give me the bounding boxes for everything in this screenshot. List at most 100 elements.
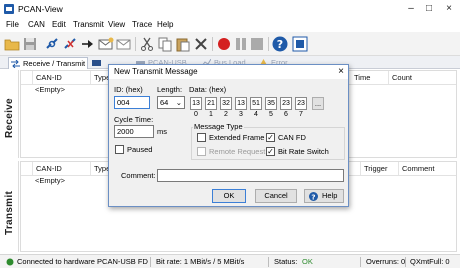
message-type-label: Message Type [193,122,244,131]
record-icon[interactable] [216,36,232,52]
cut-icon[interactable] [139,36,155,52]
receive-transmit-icon [11,60,20,68]
svg-text:?: ? [277,38,283,51]
help-icon: ? [309,192,318,201]
data-byte-5[interactable]: 35 [265,97,277,110]
edit-message-icon[interactable] [116,36,132,52]
data-index-2: 2 [224,111,228,118]
can-fd-label: CAN FD [278,133,306,142]
data-byte-7[interactable]: 23 [295,97,307,110]
column-type[interactable]: Type [91,71,110,84]
chevron-down-icon: ⌄ [175,98,182,107]
menu-edit[interactable]: Edit [52,20,66,29]
pause-icon[interactable] [233,36,249,52]
data-index-6: 6 [284,111,288,118]
data-index-4: 4 [254,111,258,118]
id-input[interactable]: 004 [114,96,150,109]
new-message-icon[interactable] [98,36,114,52]
menu-trace[interactable]: Trace [132,20,152,29]
dialog-close-button[interactable]: × [335,65,347,79]
tab-trace[interactable] [90,57,110,69]
connect-icon[interactable] [44,36,60,52]
ok-button[interactable]: OK [212,189,246,203]
length-value: 64 [160,98,169,107]
can-fd-checkbox[interactable]: ✓ [266,133,275,142]
extended-frame-checkbox[interactable] [197,133,206,142]
menu-help[interactable]: Help [157,20,173,29]
menu-view[interactable]: View [108,20,125,29]
connection-status-icon [6,258,14,266]
open-icon[interactable] [4,36,20,52]
paused-checkbox[interactable] [115,145,124,154]
remote-request-label: Remote Request [209,147,266,156]
receive-side-label: Receive [3,70,19,158]
new-transmit-message-dialog: New Transmit Message × ID: (hex) 004 Len… [108,64,349,207]
data-index-5: 5 [269,111,273,118]
remote-request-checkbox[interactable] [197,147,206,156]
receive-row-marker [21,71,33,84]
data-index-3: 3 [239,111,243,118]
disconnect-icon[interactable] [62,36,78,52]
transmit-side-label: Transmit [3,161,19,252]
title-bar: PCAN-View – □ × [0,0,460,18]
cancel-button[interactable]: Cancel [255,189,297,203]
minimize-button[interactable]: – [404,2,418,16]
menu-file[interactable]: File [6,20,19,29]
status-bar: Connected to hardware PCAN-USB FD Bit ra… [0,254,460,268]
cycle-time-label: Cycle Time: [114,115,154,124]
column-comment[interactable]: Comment [399,162,457,175]
maximize-button[interactable]: □ [422,2,436,16]
data-byte-1[interactable]: 21 [205,97,217,110]
comment-input[interactable] [157,169,344,182]
data-byte-0[interactable]: 13 [190,97,202,110]
data-byte-4[interactable]: 51 [250,97,262,110]
comment-label: Comment: [121,171,156,180]
dialog-title: New Transmit Message [109,65,348,79]
app-icon [4,4,14,14]
status-label: Status: [274,257,298,266]
trace-icon [92,60,101,66]
cycle-time-input[interactable]: 2000 [114,125,154,138]
column-type[interactable]: Type [91,162,110,175]
bitrate-text: Bit rate: 1 MBit/s / 5 MBit/s [156,257,245,266]
column-can-id[interactable]: CAN-ID [33,162,91,175]
length-select[interactable]: 64 ⌄ [157,96,185,109]
save-icon[interactable] [22,36,38,52]
exit-icon[interactable] [292,36,308,52]
data-byte-2[interactable]: 32 [220,97,232,110]
close-window-button[interactable]: × [442,2,456,16]
copy-icon[interactable] [157,36,173,52]
menu-can[interactable]: CAN [28,20,45,29]
tab-label: Receive / Transmit [23,59,86,68]
more-data-button[interactable]: ... [312,97,324,110]
data-index-1: 1 [209,111,213,118]
bit-rate-switch-checkbox[interactable]: ✓ [266,147,275,156]
data-byte-3[interactable]: 13 [235,97,247,110]
id-label: ID: (hex) [114,85,143,94]
data-label: Data: (hex) [189,85,227,94]
data-byte-6[interactable]: 23 [280,97,292,110]
transmit-row-marker [21,162,33,175]
stop-icon[interactable] [249,36,265,52]
column-count[interactable]: Count [389,71,457,84]
delete-icon[interactable] [193,36,209,52]
column-count[interactable] [351,162,361,175]
data-index-0: 0 [194,111,198,118]
svg-text:?: ? [311,192,315,201]
reset-icon[interactable] [80,36,96,52]
receive-empty-placeholder: <Empty> [35,85,66,94]
help-button-label: Help [322,191,338,200]
connection-status-text: Connected to hardware PCAN-USB FD [17,257,148,266]
help-button[interactable]: ? Help [304,189,344,203]
menu-transmit[interactable]: Transmit [73,20,104,29]
window-title: PCAN-View [18,4,63,14]
column-trigger[interactable]: Trigger [361,162,399,175]
transmit-empty-placeholder: <Empty> [35,176,66,185]
extended-frame-label: Extended Frame [209,133,265,142]
help-icon[interactable]: ? [272,36,288,52]
tab-receive-transmit[interactable]: Receive / Transmit [8,57,88,69]
column-cycle-time[interactable]: Time [351,71,389,84]
paste-icon[interactable] [175,36,191,52]
column-can-id[interactable]: CAN-ID [33,71,91,84]
status-value: OK [302,257,313,266]
